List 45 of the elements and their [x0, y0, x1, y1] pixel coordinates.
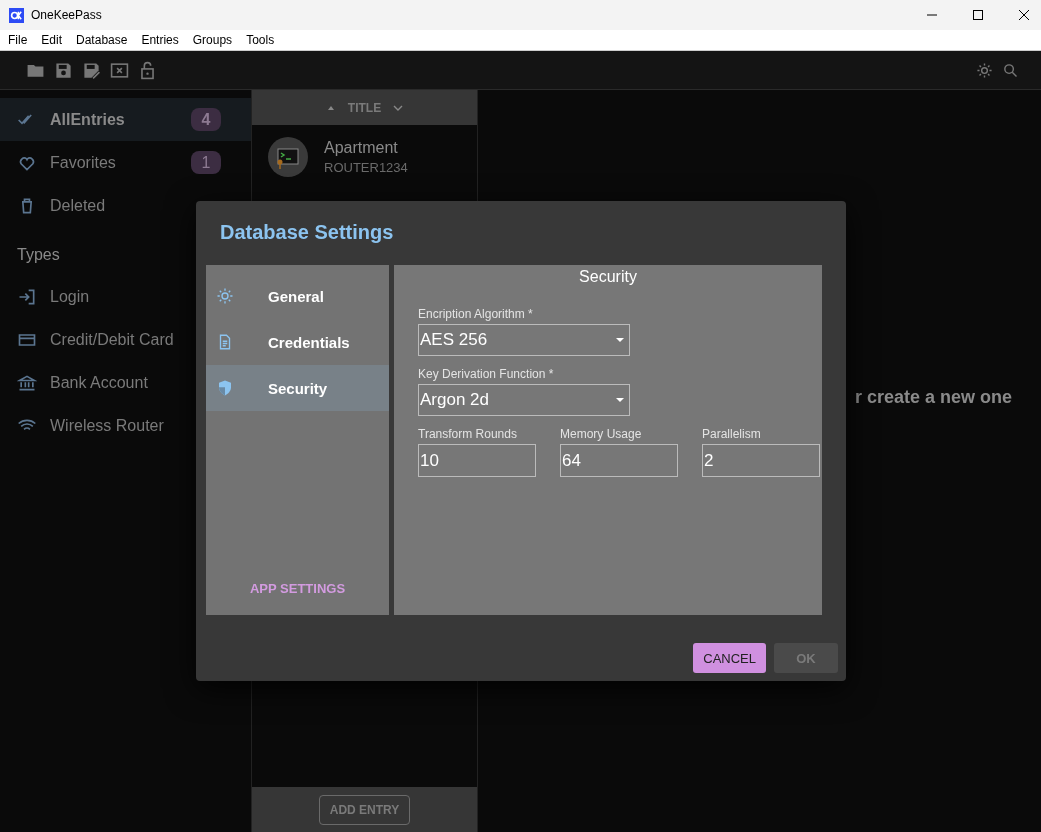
count-badge: 4 — [191, 108, 221, 131]
input-field[interactable]: 10 — [418, 444, 536, 477]
field-label: Encription Algorithm * — [418, 307, 534, 321]
select-field[interactable]: AES 256 — [418, 324, 630, 356]
terminal-key-icon — [268, 137, 308, 177]
dropdown-arrow-icon — [615, 395, 625, 405]
maximize-icon[interactable] — [973, 10, 983, 20]
menu-item[interactable]: Groups — [192, 33, 233, 47]
entry-subtitle: ROUTER1234 — [324, 160, 408, 175]
sidebar-item[interactable]: AllEntries 4 — [0, 98, 251, 141]
empty-message: r create a new one — [854, 386, 1012, 408]
lock-icon[interactable] — [138, 60, 157, 80]
field-label: Memory Usage — [560, 427, 643, 441]
sort-label[interactable]: TITLE — [347, 100, 382, 115]
search-icon[interactable] — [1002, 61, 1019, 79]
dropdown-arrow-icon — [615, 335, 625, 345]
window-title: OneKeePass — [31, 8, 102, 22]
save-edit-icon[interactable] — [82, 60, 101, 80]
menu-item[interactable]: File — [8, 33, 28, 47]
app-logo-icon — [9, 7, 24, 23]
close-icon[interactable] — [1019, 10, 1029, 20]
close-database-icon[interactable] — [110, 60, 129, 80]
input-field[interactable]: 2 — [702, 444, 820, 477]
input-field[interactable]: 64 — [560, 444, 678, 477]
field-label: Transform Rounds — [418, 427, 518, 441]
field-label: Parallelism — [702, 427, 762, 441]
menu-item[interactable]: Database — [76, 33, 128, 47]
entry-title: Apartment — [324, 139, 399, 157]
shield-icon — [216, 379, 234, 397]
add-entry-button[interactable]: ADD ENTRY — [318, 794, 411, 825]
section-heading: Types — [16, 245, 61, 265]
sidebar-item[interactable]: Favorites 1 — [0, 141, 251, 184]
count-badge: 1 — [191, 151, 221, 174]
select-field[interactable]: Argon 2d — [418, 384, 630, 416]
cancel-button[interactable]: CANCEL — [693, 643, 766, 673]
field-label: Key Derivation Function * — [418, 367, 555, 381]
dialog-title: Database Settings — [219, 220, 395, 245]
settings-nav-item[interactable]: Security — [206, 365, 389, 411]
menu-item[interactable]: Tools — [246, 33, 275, 47]
section-title: Security — [578, 267, 638, 287]
save-icon[interactable] — [54, 60, 73, 80]
menu-item[interactable]: Entries — [141, 33, 179, 47]
settings-icon[interactable] — [976, 61, 993, 79]
entry-item[interactable]: Apartment ROUTER1234 — [252, 125, 477, 189]
menu-item[interactable]: Edit — [41, 33, 63, 47]
